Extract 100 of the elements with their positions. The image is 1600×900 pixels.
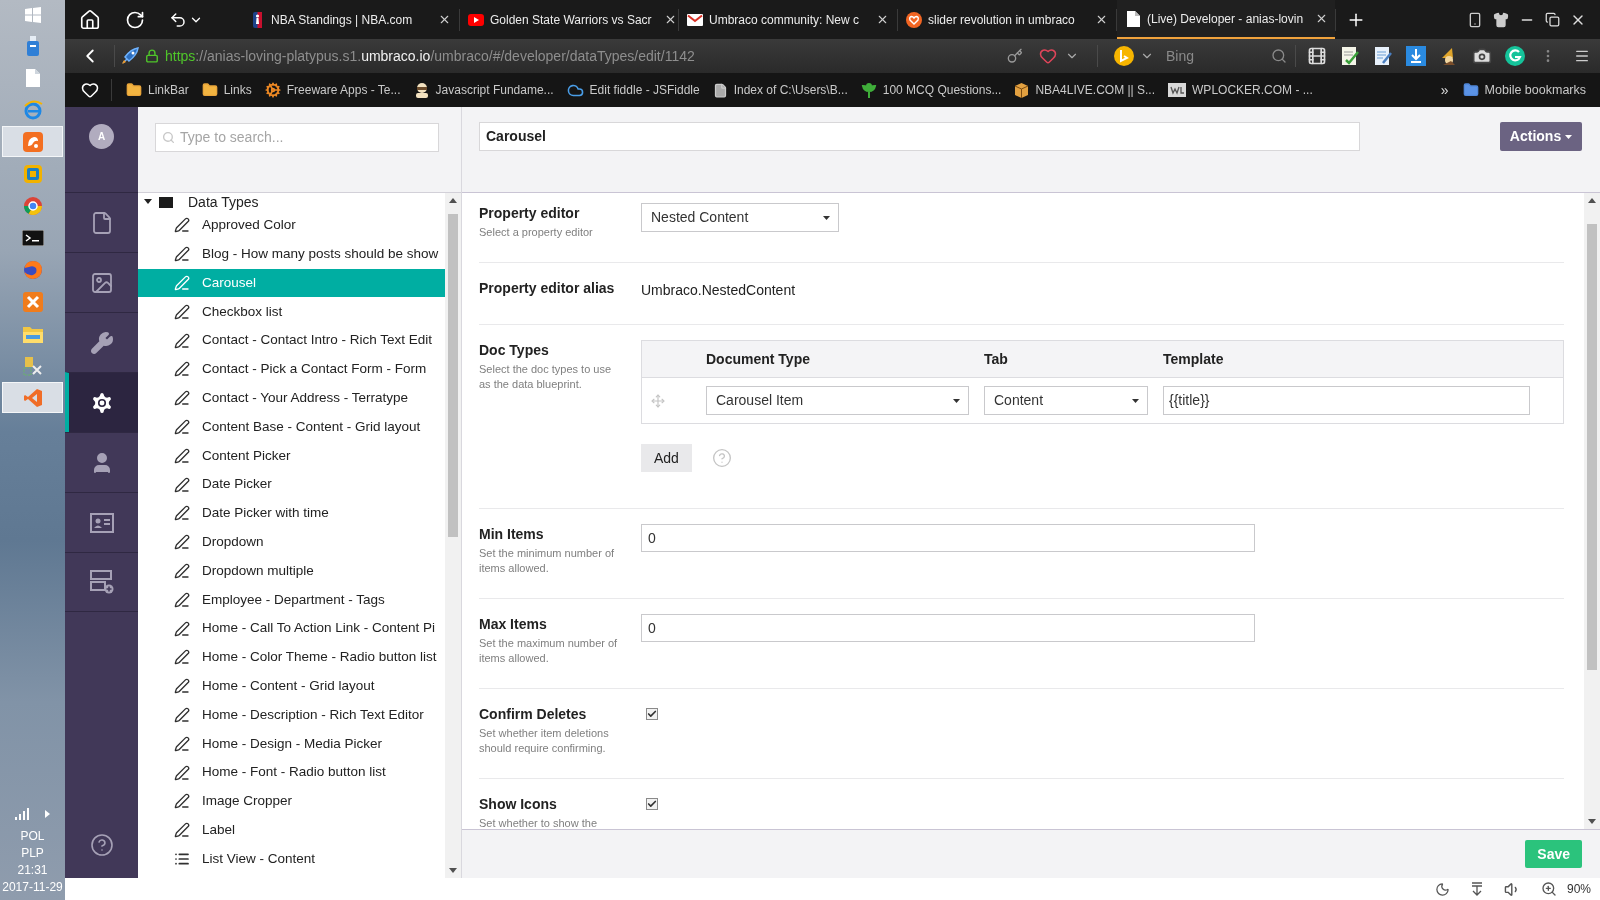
template-field[interactable]: {{title}}: [1163, 386, 1530, 415]
checkbox[interactable]: [646, 798, 658, 810]
usb-drive-icon[interactable]: [26, 35, 39, 56]
heart-icon[interactable]: [81, 81, 99, 99]
bookmark-link[interactable]: LinkBar: [126, 81, 189, 99]
bookmark-folder-link[interactable]: Mobile bookmarks: [1462, 80, 1586, 100]
bookmark-link[interactable]: Links: [201, 81, 252, 99]
browser-tab[interactable]: slider revolution in umbraco: [898, 0, 1116, 39]
bookmark-link[interactable]: NBA4LIVE.COM || S...: [1014, 81, 1156, 99]
tree-item[interactable]: Contact - Your Address - Terratype: [138, 383, 445, 413]
scrollbar-thumb[interactable]: [448, 214, 458, 537]
tree-item[interactable]: Label: [138, 815, 445, 845]
browser-tab[interactable]: Golden State Warriors vs Sacr: [460, 0, 678, 39]
help-icon[interactable]: [89, 833, 114, 857]
zoom-icon[interactable]: [1540, 881, 1557, 897]
add-button[interactable]: Add: [641, 444, 692, 472]
signal-icon[interactable]: [15, 808, 31, 820]
bookmark-link[interactable]: WPLOCKER.COM - ...: [1168, 81, 1313, 99]
tree-item[interactable]: Dropdown: [138, 527, 445, 557]
scroll-up-icon[interactable]: [449, 198, 457, 203]
address-field[interactable]: https://anias-loving-platypus.s1.umbraco.io/umbraco/#/developer/dataTypes/edit/1142: [145, 39, 1007, 73]
tab-select[interactable]: Content: [984, 386, 1148, 415]
document-type-select[interactable]: Carousel Item: [706, 386, 969, 415]
drag-handle-icon[interactable]: [651, 393, 665, 408]
wrench-icon[interactable]: [89, 330, 114, 355]
phone-icon[interactable]: [1467, 11, 1483, 28]
tree-item[interactable]: Contact - Pick a Contact Form - Form: [138, 355, 445, 384]
rocket-icon[interactable]: [121, 47, 139, 65]
scroll-up-icon[interactable]: [1588, 198, 1596, 203]
tree-item[interactable]: Checkbox list: [138, 297, 445, 327]
checkbox[interactable]: [646, 708, 658, 720]
bookmarks-overflow-button[interactable]: »: [1440, 79, 1449, 101]
bookmark-link[interactable]: Javascript Fundame...: [413, 81, 554, 99]
stacked-panels-icon[interactable]: [89, 570, 114, 594]
tree-item[interactable]: Contact - Contact Intro - Rich Text Edit: [138, 326, 445, 355]
bookmark-link[interactable]: Index of C:\Users\B...: [712, 81, 848, 99]
home-icon[interactable]: [79, 8, 101, 31]
tools-icon[interactable]: [22, 355, 43, 376]
tree-item[interactable]: Date Picker with time: [138, 498, 445, 528]
zoom-level[interactable]: 90%: [1566, 880, 1591, 898]
close-icon[interactable]: [1095, 13, 1108, 26]
number-field[interactable]: 0: [641, 524, 1255, 552]
section-tab[interactable]: [65, 372, 138, 432]
tree-item[interactable]: Dropdown multiple: [138, 556, 445, 586]
browser-tab[interactable]: NBA Standings | NBA.com: [241, 0, 459, 39]
terminal-icon[interactable]: [21, 229, 44, 246]
id-card-icon[interactable]: [89, 512, 114, 533]
tree-item[interactable]: Home - Description - Rich Text Editor: [138, 700, 445, 730]
start-logo-icon[interactable]: [24, 7, 41, 23]
scroll-down-icon[interactable]: [449, 868, 457, 873]
circle-logo-icon[interactable]: [22, 195, 43, 216]
bookmark-link[interactable]: Edit fiddle - JSFiddle: [566, 81, 700, 99]
image-icon[interactable]: [89, 270, 114, 295]
browser-tab[interactable]: (Live) Developer - anias-lovin: [1117, 0, 1335, 39]
shirt-icon[interactable]: [1493, 11, 1509, 28]
undo-icon[interactable]: [169, 10, 187, 29]
tree-item[interactable]: Image Cropper: [138, 786, 445, 816]
close-icon[interactable]: [876, 13, 889, 26]
number-field[interactable]: 0: [641, 614, 1255, 642]
tree-item[interactable]: Home - Call To Action Link - Content Pi: [138, 614, 445, 643]
tree-item[interactable]: Content Picker: [138, 441, 445, 471]
expand-arrow-icon[interactable]: [144, 198, 152, 206]
name-field[interactable]: Carousel: [479, 122, 1360, 151]
search-icon[interactable]: [1271, 48, 1287, 64]
bookmark-link[interactable]: Freeware Apps - Te...: [264, 81, 401, 99]
actions-button[interactable]: Actions: [1500, 122, 1582, 151]
tree-item[interactable]: Approved Color: [138, 211, 445, 240]
app-tile-icon[interactable]: [22, 291, 43, 312]
note-pen-icon[interactable]: [1373, 46, 1393, 66]
app-logo-icon[interactable]: [22, 131, 43, 152]
camera-icon[interactable]: [1472, 46, 1492, 66]
close-icon[interactable]: [438, 13, 451, 26]
tree-item[interactable]: Content Base - Content - Grid layout: [138, 412, 445, 442]
restore-icon[interactable]: [1545, 12, 1560, 27]
notepad-check-icon[interactable]: [1340, 46, 1360, 66]
tree-item[interactable]: Home - Design - Media Picker: [138, 729, 445, 759]
download-arrow-icon[interactable]: [1469, 881, 1484, 897]
folder-icon[interactable]: [22, 324, 43, 343]
film-reel-icon[interactable]: [1307, 46, 1327, 66]
tree-item[interactable]: List View - Content: [138, 844, 445, 874]
reload-icon[interactable]: [125, 9, 145, 30]
tree-item[interactable]: Home - Font - Radio button list: [138, 758, 445, 787]
property-editor-select[interactable]: Nested Content: [641, 203, 839, 232]
search-engine-button[interactable]: [1114, 46, 1154, 66]
search-field[interactable]: Bing: [1160, 43, 1292, 69]
tree-item[interactable]: Home - Color Theme - Radio button list: [138, 642, 445, 672]
bookmark-link[interactable]: 100 MCQ Questions...: [860, 81, 1002, 99]
ring-logo-icon[interactable]: [1505, 46, 1525, 66]
tree-item[interactable]: Home - Content - Grid layout: [138, 671, 445, 701]
browser-tab[interactable]: Umbraco community: New c: [679, 0, 897, 39]
key-icon[interactable]: [1007, 48, 1023, 64]
download-icon[interactable]: [1406, 46, 1426, 66]
tree-item[interactable]: Employee - Department - Tags: [138, 585, 445, 615]
scrollbar-thumb[interactable]: [1587, 224, 1597, 670]
scroll-down-icon[interactable]: [1588, 819, 1596, 824]
menu-icon[interactable]: [1574, 48, 1590, 64]
swirl-logo-icon[interactable]: [22, 259, 43, 280]
tree-item[interactable]: Date Picker: [138, 470, 445, 499]
moon-icon[interactable]: [1434, 881, 1450, 897]
tree-item[interactable]: Blog - How many posts should be show: [138, 239, 445, 269]
